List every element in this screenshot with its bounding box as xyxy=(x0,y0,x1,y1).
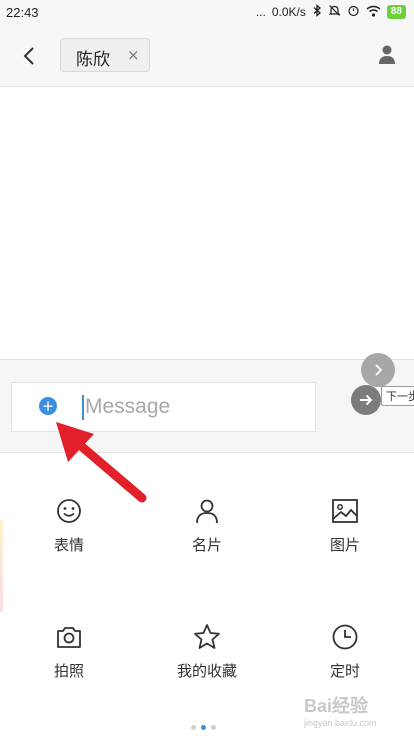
page-indicator xyxy=(191,725,216,730)
edge-decoration xyxy=(0,520,3,612)
recipient-name: 陈欣 xyxy=(76,50,110,70)
network-speed: 0.0K/s xyxy=(271,5,306,19)
smiley-icon xyxy=(57,499,81,523)
emoji-label: 表情 xyxy=(53,536,84,554)
add-attachment-button[interactable]: + xyxy=(39,397,57,415)
bluetooth-icon xyxy=(312,4,322,20)
picture-option[interactable]: 图片 xyxy=(276,496,414,576)
emoji-option[interactable]: 表情 xyxy=(0,496,138,576)
contact-card-icon xyxy=(196,499,218,524)
next-step-button[interactable] xyxy=(351,385,381,415)
camera-option[interactable]: 拍照 xyxy=(0,622,138,702)
battery-indicator: 88 xyxy=(386,5,406,19)
page-dot-active xyxy=(201,725,206,730)
alarm-icon xyxy=(347,4,360,20)
picture-label: 图片 xyxy=(329,536,360,554)
schedule-label: 定时 xyxy=(329,662,360,680)
mute-icon xyxy=(328,4,341,20)
contact-card-option[interactable]: 名片 xyxy=(138,496,276,576)
arrow-right-icon xyxy=(360,394,373,406)
conversation-area xyxy=(0,87,414,359)
page-dot xyxy=(211,725,216,730)
wifi-icon xyxy=(366,5,381,20)
chevron-left-icon xyxy=(23,47,34,65)
remove-recipient-icon[interactable]: × xyxy=(127,46,140,64)
person-icon xyxy=(379,45,395,64)
status-time: 22:43 xyxy=(6,5,39,20)
next-step-tooltip: 下一步 xyxy=(381,386,414,406)
recipient-chip[interactable]: 陈欣 × xyxy=(60,38,150,72)
status-icons: ... 0.0K/s 88 xyxy=(256,4,406,20)
camera-label: 拍照 xyxy=(53,662,84,680)
more-dots: ... xyxy=(255,5,266,19)
contact-card-label: 名片 xyxy=(191,536,222,554)
star-icon xyxy=(194,624,220,649)
top-bar: 陈欣 × xyxy=(0,26,414,87)
favorites-label: 我的收藏 xyxy=(176,662,237,680)
chevron-right-icon xyxy=(375,364,383,376)
clock-icon xyxy=(332,624,358,650)
watermark-brand: Bai经验 xyxy=(304,696,369,716)
camera-icon xyxy=(57,627,81,648)
next-page-button[interactable] xyxy=(361,353,395,387)
annotation-arrow-icon xyxy=(56,422,147,503)
back-button[interactable] xyxy=(16,42,44,70)
favorites-option[interactable]: 我的收藏 xyxy=(138,622,276,702)
add-contact-button[interactable] xyxy=(376,43,398,67)
watermark: Bai经验 jingyan.baidu.com xyxy=(300,690,410,736)
watermark-url: jingyan.baidu.com xyxy=(304,718,377,728)
page-dot xyxy=(191,725,196,730)
status-bar: 22:43 ... 0.0K/s 88 xyxy=(0,0,414,26)
picture-icon xyxy=(332,499,358,523)
